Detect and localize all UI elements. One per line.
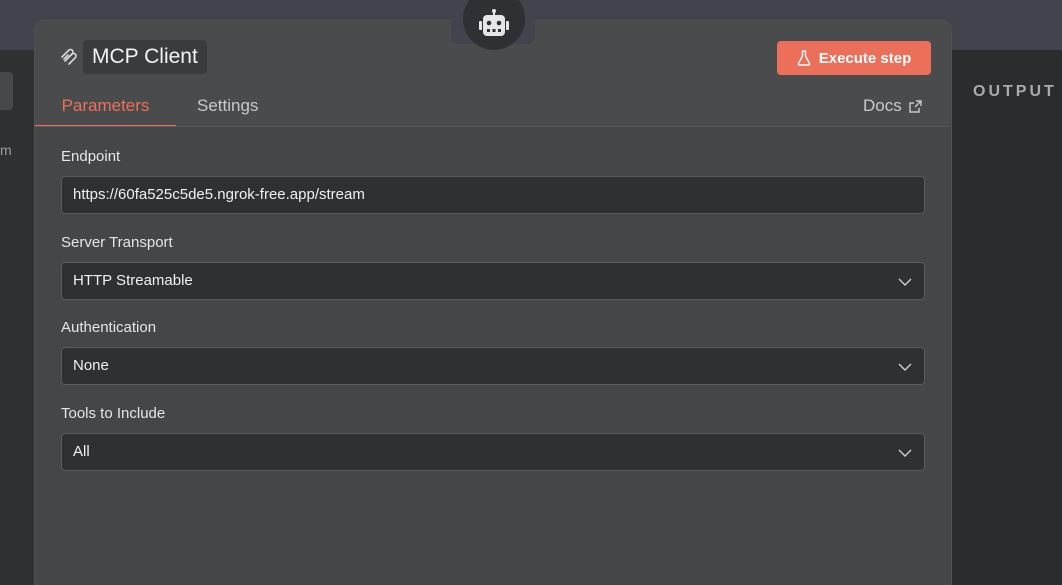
execute-step-button[interactable]: Execute step: [777, 41, 931, 75]
robot-icon: [479, 9, 509, 36]
tab-settings[interactable]: Settings: [197, 93, 258, 127]
endpoint-field: Endpoint https://60fa525c5de5.ngrok-free…: [61, 148, 925, 214]
server-transport-field: Server Transport HTTP Streamable: [61, 234, 925, 300]
tools-to-include-label: Tools to Include: [61, 405, 166, 422]
input-panel-text: m: [0, 142, 12, 158]
chevron-down-icon: [898, 449, 912, 457]
authentication-value: None: [73, 357, 109, 374]
server-transport-select[interactable]: HTTP Streamable: [61, 262, 925, 300]
docs-label: Docs: [863, 96, 902, 115]
header-divider: [35, 126, 951, 127]
node-title[interactable]: MCP Client: [83, 40, 207, 74]
node-tabs: Parameters Settings Docs: [35, 93, 951, 127]
endpoint-label: Endpoint: [61, 148, 121, 165]
tab-parameters[interactable]: Parameters: [35, 93, 176, 127]
tools-to-include-value: All: [73, 443, 90, 460]
authentication-label: Authentication: [61, 319, 157, 336]
docs-link[interactable]: Docs: [863, 93, 922, 119]
mcp-icon: [61, 48, 77, 65]
chevron-down-icon: [898, 278, 912, 286]
server-transport-label: Server Transport: [61, 234, 173, 251]
input-panel-field[interactable]: [0, 72, 13, 110]
chevron-down-icon: [898, 363, 912, 371]
authentication-select[interactable]: None: [61, 347, 925, 385]
output-panel-title: OUTPUT: [973, 83, 1057, 100]
tools-to-include-field: Tools to Include All: [61, 405, 925, 471]
flask-icon: [797, 50, 811, 66]
execute-step-label: Execute step: [818, 49, 912, 67]
output-panel: [951, 50, 1062, 585]
node-details-panel: MCP Client Execute step Parameters Setti…: [34, 20, 952, 585]
server-transport-value: HTTP Streamable: [73, 272, 193, 289]
endpoint-input[interactable]: https://60fa525c5de5.ngrok-free.app/stre…: [61, 176, 925, 214]
external-link-icon: [909, 99, 922, 113]
tools-to-include-select[interactable]: All: [61, 433, 925, 471]
input-panel: [0, 50, 36, 585]
authentication-field: Authentication None: [61, 319, 925, 385]
